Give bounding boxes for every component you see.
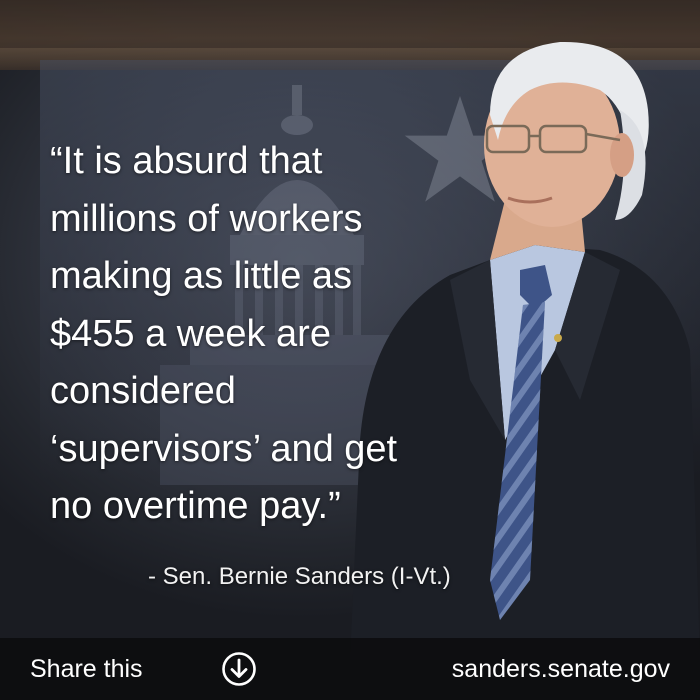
- download-circle-icon[interactable]: [221, 651, 257, 687]
- quote-line: no overtime pay.”: [50, 485, 341, 527]
- quote-line: $455 a week are: [50, 312, 331, 355]
- quote-attribution: - Sen. Bernie Sanders (I-Vt.): [148, 563, 451, 590]
- quote-line: ‘supervisors’ and get: [50, 427, 398, 470]
- quote-line: millions of workers: [50, 197, 363, 240]
- quote-line: considered: [50, 370, 236, 412]
- footer-bar: Share this sanders.senate.gov: [0, 638, 700, 700]
- quote-text: “It is absurd that millions of workers m…: [50, 133, 520, 536]
- quote-line: making as little as: [50, 255, 353, 297]
- share-label[interactable]: Share this: [30, 654, 143, 684]
- site-link[interactable]: sanders.senate.gov: [452, 654, 670, 684]
- quote-card: “It is absurd that millions of workers m…: [0, 0, 700, 700]
- quote-line: “It is absurd that: [50, 140, 323, 182]
